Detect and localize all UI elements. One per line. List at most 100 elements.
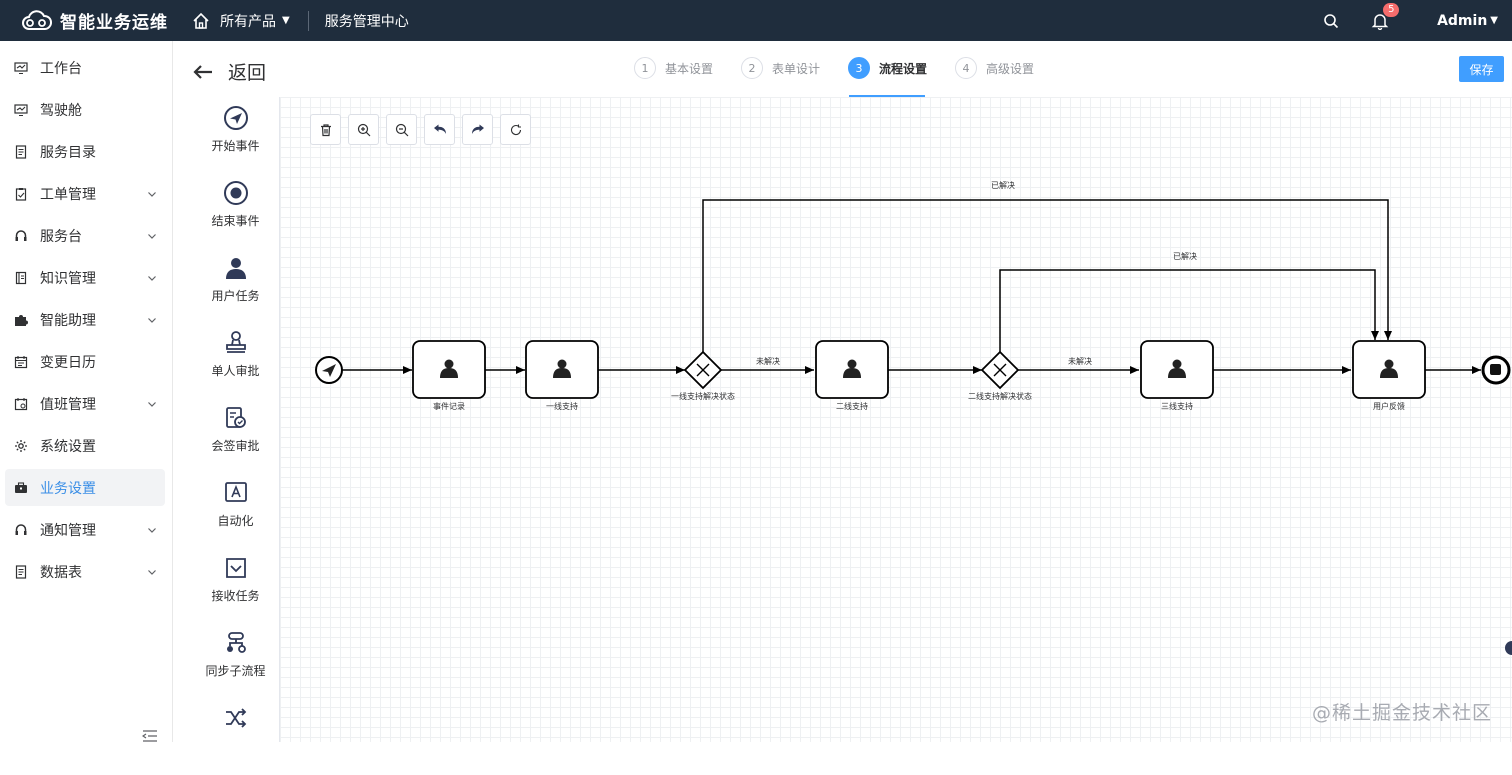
redo-icon [471,124,484,134]
step-basic-settings[interactable]: 1 基本设置 [634,56,713,80]
canvas-toolbar [310,114,538,145]
calendar-icon [14,355,28,369]
palette-item[interactable]: 接收任务 [191,555,280,625]
step-label: 表单设计 [772,61,821,76]
palette-item[interactable]: 自动化 [191,480,280,550]
sidebar-item-label: 数据表 [40,564,82,581]
step-number: 3 [848,57,870,79]
monitor-icon [14,103,28,117]
schedule-icon [14,397,28,411]
palette-item-label: 同步子流程 [205,664,266,678]
sidebar-item[interactable]: 业务设置 [5,469,165,506]
sidebar-item-label: 值班管理 [40,396,96,413]
zoom-in-button[interactable] [348,114,379,145]
task-label: 二线支持 [836,401,868,411]
palette-item-label: 会签审批 [211,439,260,453]
palette-item[interactable]: 开始事件 [191,105,280,175]
step-label: 高级设置 [986,61,1035,76]
palette-item-label: 用户任务 [211,289,260,303]
sidebar-item-label: 系统设置 [40,438,96,455]
caret-down-icon: ▼ [1490,15,1498,26]
palette-item-label: 单人审批 [211,364,260,378]
watermark: @稀土掘金技术社区 [1311,702,1492,724]
start-event[interactable] [315,356,343,384]
monitor-icon [14,61,28,75]
nav-divider [307,10,309,31]
sidebar-item-label: 智能助理 [40,312,96,329]
sidebar-item[interactable]: 驾驶舱 [5,91,165,128]
all-products-dropdown[interactable]: 所有产品 ▼ [220,11,290,31]
sidebar-item[interactable]: 服务台 [5,217,165,254]
end-event[interactable] [1481,355,1511,385]
flow-canvas[interactable] [280,97,1512,742]
document-icon [14,144,28,159]
home-icon[interactable] [192,12,210,30]
task-label: 一线支持 [546,401,578,411]
palette-item[interactable]: 用户任务 [191,255,280,325]
sidebar-item-label: 知识管理 [40,270,96,287]
sidebar-item-label: 业务设置 [40,480,96,497]
redo-button[interactable] [462,114,493,145]
palette-item[interactable] [191,705,280,775]
step-form-design[interactable]: 2 表单设计 [741,56,820,80]
sidebar-item[interactable]: 工单管理 [5,175,165,212]
shuffle-icon [223,705,249,731]
undo-button[interactable] [424,114,455,145]
gateway-label: 一线支持解决状态 [671,391,735,401]
sidebar-item-label: 变更日历 [40,354,96,371]
sidebar-item[interactable]: 变更日历 [5,343,165,380]
sidebar-item[interactable]: 值班管理 [5,385,165,422]
book-icon [14,271,28,285]
auto-icon [223,480,249,506]
sidebar-item-label: 服务台 [40,228,82,245]
palette-item[interactable]: 会签审批 [191,405,280,475]
service-center-link[interactable]: 服务管理中心 [325,11,409,31]
palette-item[interactable]: 结束事件 [191,180,280,250]
sidebar-item-label: 通知管理 [40,522,96,539]
delete-button[interactable] [310,114,341,145]
sidebar-item[interactable]: 知识管理 [5,259,165,296]
sidebar-item[interactable]: 通知管理 [5,511,165,548]
top-navbar: 智能业务运维 所有产品 ▼ 服务管理中心 5 Admin ▼ [0,0,1512,41]
send-circle-icon [223,105,249,131]
stop-icon [1490,364,1501,375]
zoom-in-icon [357,123,370,136]
reset-button[interactable] [500,114,531,145]
chevron-down-icon [148,275,156,281]
headset-icon [14,523,28,537]
sidebar-item-label: 工单管理 [40,186,96,203]
save-button[interactable]: 保存 [1459,56,1504,82]
palette-item-label: 开始事件 [211,139,260,153]
back-label: 返回 [228,62,267,84]
user-menu[interactable]: Admin ▼ [1437,13,1498,29]
sidebar-item[interactable]: 服务目录 [5,133,165,170]
sidebar-item-label: 驾驶舱 [40,102,82,119]
chevron-down-icon [148,527,156,533]
puzzle-icon [14,313,28,327]
delete-icon [320,123,331,136]
step-label: 流程设置 [879,61,928,76]
headset-icon [14,229,28,243]
brand[interactable]: 智能业务运维 [0,8,180,33]
palette-item[interactable]: 同步子流程 [191,630,280,700]
step-advanced-settings[interactable]: 4 高级设置 [955,56,1034,80]
step-flow-settings[interactable]: 3 流程设置 [848,56,927,80]
clipboard-icon [14,187,28,201]
task-label: 用户反馈 [1373,401,1405,411]
search-icon[interactable] [1323,13,1339,29]
subprocess-icon [223,630,249,656]
cloud-logo-icon [22,9,52,30]
zoom-out-button[interactable] [386,114,417,145]
arrow-left-icon [193,64,212,79]
user-icon [223,255,249,281]
sidebar-item[interactable]: 数据表 [5,553,165,590]
brand-name: 智能业务运维 [60,13,168,33]
sidebar-item[interactable]: 系统设置 [5,427,165,464]
gear-icon [14,439,28,453]
sidebar-item[interactable]: 智能助理 [5,301,165,338]
sidebar-item[interactable]: 工作台 [5,49,165,86]
collapse-sidebar-button[interactable] [141,727,158,742]
palette-item[interactable]: 单人审批 [191,330,280,400]
back-button[interactable]: 返回 [192,58,266,85]
notification-button[interactable]: 5 [1371,2,1400,30]
